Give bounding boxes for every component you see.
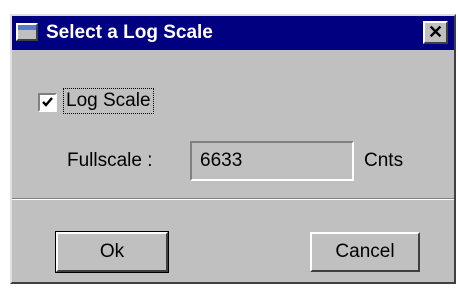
fullscale-label: Fullscale :: [67, 150, 153, 171]
separator-highlight: [12, 199, 454, 200]
checkmark-icon: [42, 97, 53, 107]
title-bar[interactable]: Select a Log Scale ✕: [12, 16, 454, 50]
window-icon: [16, 23, 38, 41]
fullscale-input[interactable]: [190, 141, 354, 181]
log-scale-checkbox[interactable]: [38, 93, 57, 112]
unit-label: Cnts: [364, 150, 404, 171]
ok-button[interactable]: Ok: [55, 231, 169, 273]
close-button[interactable]: ✕: [423, 21, 448, 44]
log-scale-label[interactable]: Log Scale: [63, 88, 154, 114]
cancel-button[interactable]: Cancel: [310, 232, 420, 272]
close-icon: ✕: [427, 22, 444, 42]
window-title: Select a Log Scale: [46, 22, 213, 43]
log-scale-dialog: Select a Log Scale ✕ Log Scale Fullscale…: [10, 14, 456, 284]
